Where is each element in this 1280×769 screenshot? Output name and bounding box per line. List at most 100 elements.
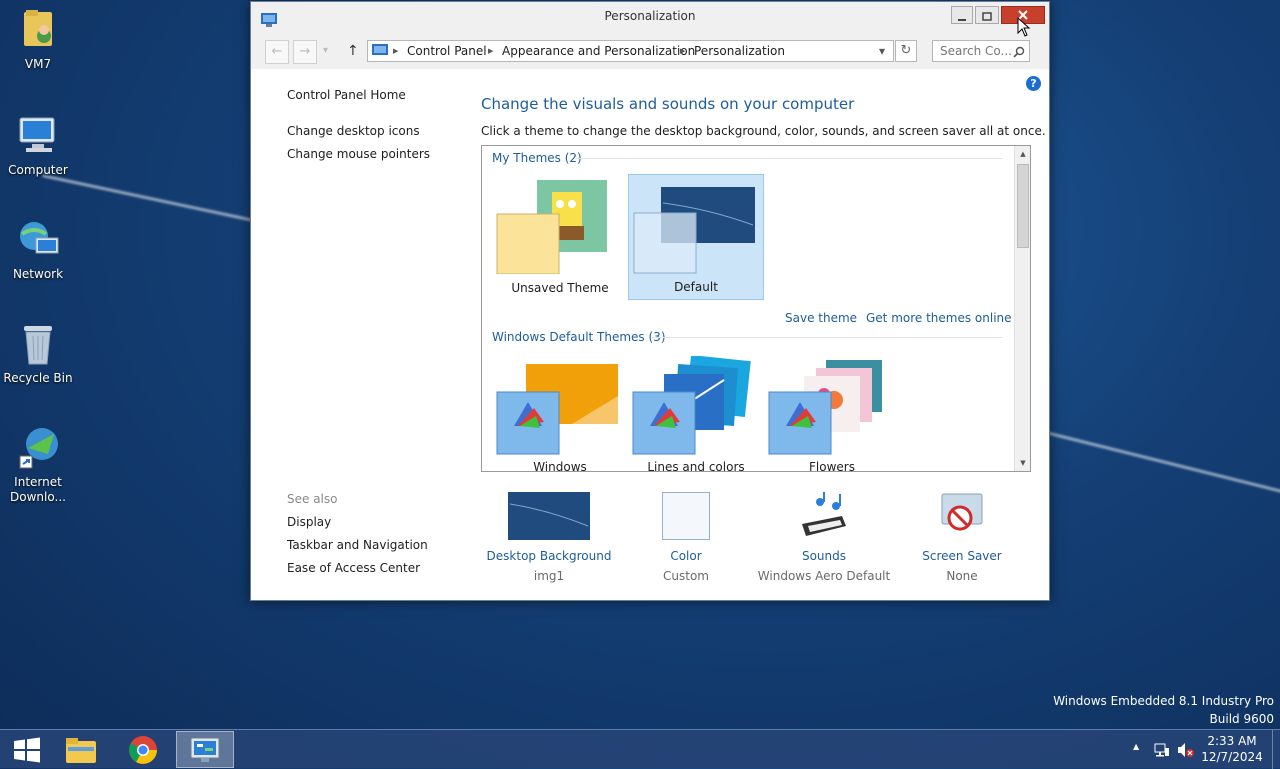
display-link[interactable]: Display [287,515,331,529]
theme-name: Unsaved Theme [511,281,609,295]
address-bar[interactable]: ▶ Control Panel ▶ Appearance and Persona… [367,40,894,62]
up-button[interactable]: ↑ [347,43,359,59]
color-value: Custom [663,569,709,583]
file-explorer-taskbar-button[interactable] [52,731,110,768]
themes-list[interactable]: My Themes (2) Unsaved Theme Default Save… [481,145,1031,472]
taskbar-navigation-link[interactable]: Taskbar and Navigation [287,538,428,552]
sounds-icon [802,492,846,536]
desktop-background-setting[interactable]: Desktop Background img1 [469,492,629,583]
show-hidden-icons-button[interactable]: ▲ [1133,742,1139,751]
divider [652,337,1002,338]
scroll-up-icon[interactable]: ▲ [1015,146,1030,162]
desktop-icon-computer[interactable]: Computer [2,112,74,178]
screen-saver-value: None [946,569,978,583]
see-also-label: See also [287,492,338,506]
get-more-themes-link[interactable]: Get more themes online [866,311,1012,325]
watermark-build: Build 9600 [1209,712,1274,726]
color-setting[interactable]: Color Custom [606,492,766,583]
theme-name: Windows [533,460,587,472]
unsaved-theme-preview [496,180,607,274]
recycle-bin-icon [14,320,62,368]
chrome-icon [129,736,157,764]
change-mouse-pointers-link[interactable]: Change mouse pointers [287,147,430,161]
back-button[interactable]: ← [265,40,289,64]
window-title: Personalization [604,9,696,23]
clock[interactable]: 2:33 AM 12/7/2024 [1196,733,1268,765]
my-themes-header: My Themes (2) [492,151,582,165]
theme-unsaved[interactable]: Unsaved Theme [492,174,628,300]
theme-name: Lines and colors [647,460,745,472]
computer-icon [14,112,62,160]
control-panel-taskbar-button[interactable] [176,731,234,768]
sounds-label[interactable]: Sounds [744,549,904,563]
wallpaper-streak [1043,430,1280,497]
address-dropdown-icon[interactable]: ▾ [879,41,885,61]
globe-download-icon [14,424,62,472]
page-subtext: Click a theme to change the desktop back… [481,124,1046,138]
control-panel-home-link[interactable]: Control Panel Home [287,88,406,102]
breadcrumb-separator[interactable]: ▶ [680,41,685,61]
desktop-background-label[interactable]: Desktop Background [469,549,629,563]
clock-time: 2:33 AM [1207,734,1257,748]
color-label[interactable]: Color [606,549,766,563]
recent-pages-button[interactable]: ▾ [323,45,328,56]
flowers-theme-preview [768,360,882,455]
theme-lines-and-colors[interactable]: Lines and colors [628,356,764,472]
refresh-button[interactable]: ↻ [895,40,917,62]
search-icon [1013,44,1025,64]
theme-name: Flowers [809,460,855,472]
breadcrumb-personalization[interactable]: Personalization [694,41,785,61]
desktop-icon-vm7[interactable]: VM7 [2,6,74,72]
windows-version-watermark: Windows Embedded 8.1 Industry Pro Build … [1053,692,1274,728]
wallpaper-streak [42,174,268,225]
desktop-background-thumbnail [508,492,590,540]
change-desktop-icons-link[interactable]: Change desktop icons [287,124,420,138]
screen-saver-icon [941,493,983,531]
content-area: ? Control Panel Home Change desktop icon… [251,69,1049,600]
windows-theme-preview [496,364,618,455]
user-folder-icon [14,6,62,54]
minimize-button[interactable] [951,6,973,24]
search-placeholder: Search Co... [940,44,1012,58]
control-panel-address-icon [372,44,388,64]
show-desktop-button[interactable] [1272,730,1280,769]
ease-of-access-link[interactable]: Ease of Access Center [287,561,420,575]
desktop-icon-network[interactable]: Network [2,216,74,282]
maximize-button[interactable] [975,6,999,24]
theme-flowers[interactable]: Flowers [764,356,900,472]
breadcrumb-appearance[interactable]: Appearance and Personalization [502,41,695,61]
network-icon [14,216,62,264]
screen-saver-setting[interactable]: Screen Saver None [882,492,1042,583]
start-button[interactable] [0,731,58,768]
breadcrumb-control-panel[interactable]: Control Panel [407,41,487,61]
scroll-down-icon[interactable]: ▼ [1015,455,1030,471]
sounds-value: Windows Aero Default [757,569,891,583]
scrollbar-thumb[interactable] [1017,164,1029,248]
forward-button[interactable]: → [293,40,317,64]
lines-colors-theme-preview [632,356,751,455]
taskbar: ▲ 2:33 AM 12/7/2024 [0,729,1280,769]
chrome-taskbar-button[interactable] [114,731,172,768]
default-theme-preview [633,187,755,274]
default-themes-header: Windows Default Themes (3) [492,330,666,344]
search-input[interactable]: Search Co... [932,40,1030,62]
windows-logo-icon [14,737,40,763]
control-panel-icon [190,737,220,762]
watermark-edition: Windows Embedded 8.1 Industry Pro [1053,694,1274,708]
theme-default[interactable]: Default [628,174,764,300]
title-bar[interactable]: Personalization [251,2,1049,30]
help-button[interactable]: ? [1026,76,1041,91]
sounds-setting[interactable]: Sounds Windows Aero Default [744,492,904,583]
desktop-icon-recycle-bin[interactable]: Recycle Bin [2,320,74,386]
volume-muted-icon[interactable] [1177,742,1195,758]
theme-windows[interactable]: Windows [492,356,628,472]
network-tray-icon[interactable] [1154,742,1170,758]
desktop-icon-internet-download[interactable]: Internet Downlo... [2,424,74,505]
themes-scrollbar[interactable]: ▲ ▼ [1014,146,1030,471]
divider [576,158,1002,159]
breadcrumb-separator[interactable]: ▶ [393,41,398,61]
screen-saver-label[interactable]: Screen Saver [882,549,1042,563]
breadcrumb-separator[interactable]: ▶ [488,41,493,61]
save-theme-link[interactable]: Save theme [785,311,857,325]
control-panel-app-icon [261,9,277,27]
